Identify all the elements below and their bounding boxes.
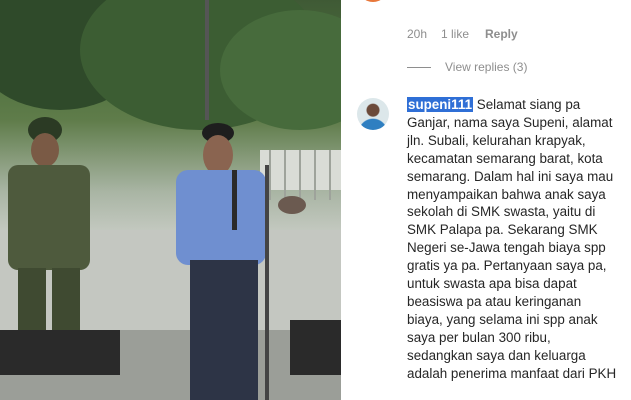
avatar[interactable] bbox=[357, 98, 389, 130]
comment-likes[interactable]: 1 like bbox=[441, 27, 469, 41]
comment-timestamp: 20h bbox=[407, 27, 428, 41]
reply-button[interactable]: Reply bbox=[485, 27, 518, 41]
view-replies-button[interactable]: View replies (3) bbox=[407, 60, 527, 74]
replies-line-icon bbox=[407, 66, 431, 68]
comment-username[interactable]: supeni111 bbox=[407, 97, 474, 112]
comment-body: supeni111 Selamat siang pa Ganjar, nama … bbox=[407, 96, 617, 383]
comment-text: Selamat siang pa Ganjar, nama saya Supen… bbox=[407, 97, 617, 381]
post-photo[interactable] bbox=[0, 0, 341, 400]
photo-scene bbox=[0, 0, 341, 400]
view-replies-label: View replies (3) bbox=[445, 60, 528, 74]
